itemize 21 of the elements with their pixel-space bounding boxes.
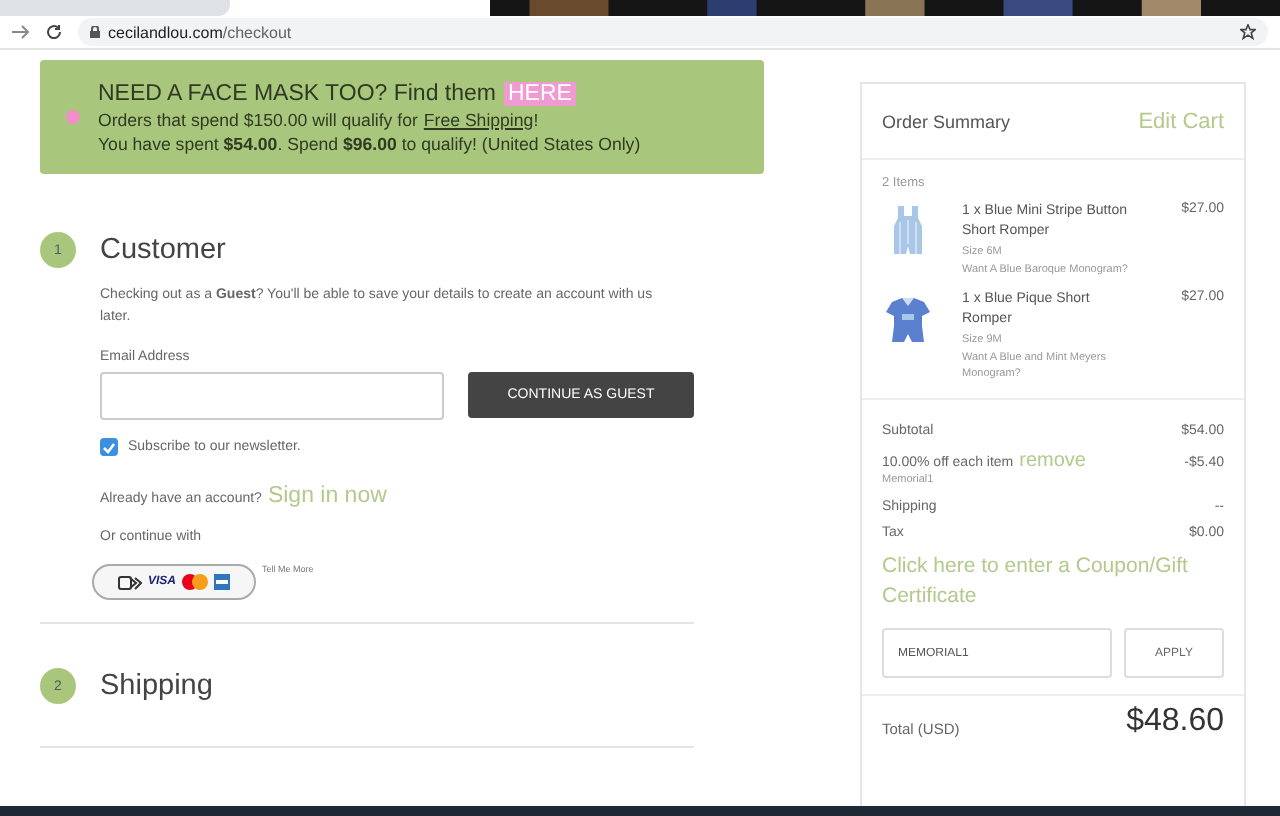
exclamation-text: ! — [533, 109, 539, 129]
free-shipping-link[interactable]: Free Shipping — [423, 109, 534, 129]
spent-text: You have spent $54.00. Spend $96.00 to qualify! (United States Only) — [98, 133, 641, 153]
bullet-icon — [66, 110, 80, 124]
section-title: Customer — [100, 234, 226, 266]
email-field[interactable] — [100, 372, 444, 420]
card-arrows-icon — [117, 575, 142, 589]
summary-title: Order Summary — [882, 111, 1011, 131]
shipping-offer-text: Orders that spend $150.00 will qualify for — [98, 109, 418, 129]
mastercard-icon — [182, 574, 208, 590]
banner-heading: NEED A FACE MASK TOO? Find them — [98, 81, 496, 105]
lock-icon — [90, 26, 100, 38]
section-title: Shipping — [100, 670, 213, 702]
newsletter-checkbox[interactable] — [100, 438, 118, 456]
forward-arrow-icon[interactable] — [12, 24, 30, 40]
amex-icon — [214, 574, 230, 590]
star-icon[interactable] — [1240, 24, 1256, 40]
url-text: cecilandlou.com/checkout — [108, 23, 292, 41]
total-value: $48.60 — [1126, 706, 1224, 738]
reload-icon[interactable] — [46, 24, 62, 40]
address-bar[interactable]: cecilandlou.com/checkout — [78, 18, 1268, 46]
